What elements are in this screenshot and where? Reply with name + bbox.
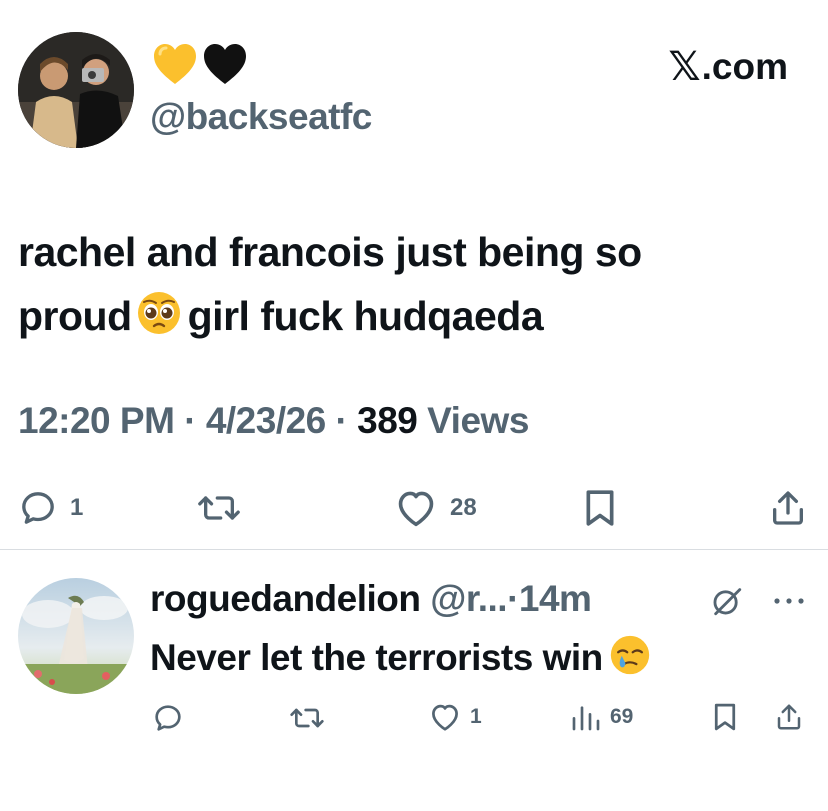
share-button[interactable] (768, 488, 808, 528)
post-date[interactable]: 4/23/26 (206, 400, 326, 441)
pleading-face-icon (136, 290, 182, 354)
reply-age[interactable]: 14m (519, 578, 592, 619)
post-text: rachel and francois just being so proud … (18, 220, 798, 354)
reply-button[interactable]: 1 (18, 488, 83, 528)
bookmark-button[interactable] (582, 488, 618, 528)
views-label: Views (427, 400, 529, 441)
reply-like-count: 1 (470, 705, 482, 728)
post-text-part-b: girl fuck hudqaeda (187, 293, 544, 339)
face-holding-back-tears-icon (609, 634, 651, 685)
post-text-line-1: rachel and francois just being so (18, 229, 642, 275)
share-icon (777, 704, 801, 730)
brand-suffix: .com (701, 46, 788, 87)
views-count: 389 (357, 400, 418, 441)
display-name-emoji (152, 42, 248, 86)
more-options-icon[interactable] (772, 591, 806, 611)
reply-header: roguedandelion @r...·14m (150, 578, 592, 620)
views-icon (572, 706, 600, 731)
meta-separator: · (184, 400, 197, 441)
yellow-heart-icon (154, 44, 196, 84)
reply-author-name[interactable]: roguedandelion (150, 578, 421, 619)
reply-text: Never let the terrorists win (150, 634, 651, 685)
reply-author-handle[interactable]: @r... (430, 578, 507, 619)
post-actions: 1 28 (0, 488, 828, 532)
reply-like-button[interactable]: 1 (428, 702, 482, 732)
heart-icon (398, 491, 434, 527)
reply-repost-button[interactable] (288, 702, 326, 734)
reply-bookmark-button[interactable] (712, 702, 738, 732)
heart-icon (432, 704, 458, 731)
share-icon (773, 491, 803, 525)
reply-views-button[interactable]: 69 (570, 702, 633, 732)
grok-icon[interactable] (710, 584, 744, 618)
reply-share-button[interactable] (774, 702, 804, 732)
reply-reply-button[interactable] (152, 702, 184, 734)
meta-separator: · (335, 400, 348, 441)
bookmark-icon (586, 490, 614, 526)
avatar[interactable] (18, 32, 134, 148)
avatar-photo (18, 32, 134, 148)
divider (0, 549, 828, 550)
post-text-line-2: proud girl fuck hudqaeda (18, 284, 798, 354)
reply-icon (22, 492, 54, 524)
reply-separator: · (507, 578, 519, 619)
brand-watermark: 𝕏 .com (668, 44, 788, 90)
repost-button[interactable] (196, 488, 242, 528)
post-meta: 12:20 PM · 4/23/26 · 389 Views (18, 400, 529, 442)
post-time[interactable]: 12:20 PM (18, 400, 175, 441)
x-logo-icon: 𝕏 (668, 45, 701, 89)
reply-text-body: Never let the terrorists win (150, 637, 603, 678)
post-text-part-a: proud (18, 293, 132, 339)
author-handle[interactable]: @backseatfc (150, 96, 372, 138)
reply-avatar-painting (18, 578, 134, 694)
like-button[interactable]: 28 (394, 488, 477, 528)
reply-actions: 1 69 (0, 702, 828, 738)
reply-header-icons (710, 584, 806, 618)
bookmark-icon (714, 703, 736, 731)
reply-avatar[interactable] (18, 578, 134, 694)
reply-count: 1 (70, 494, 84, 521)
repost-icon (198, 496, 240, 520)
reply-icon (155, 705, 181, 731)
reply-views-count: 69 (610, 705, 634, 728)
like-count: 28 (450, 494, 477, 521)
black-heart-icon (204, 44, 246, 84)
repost-icon (290, 708, 324, 728)
